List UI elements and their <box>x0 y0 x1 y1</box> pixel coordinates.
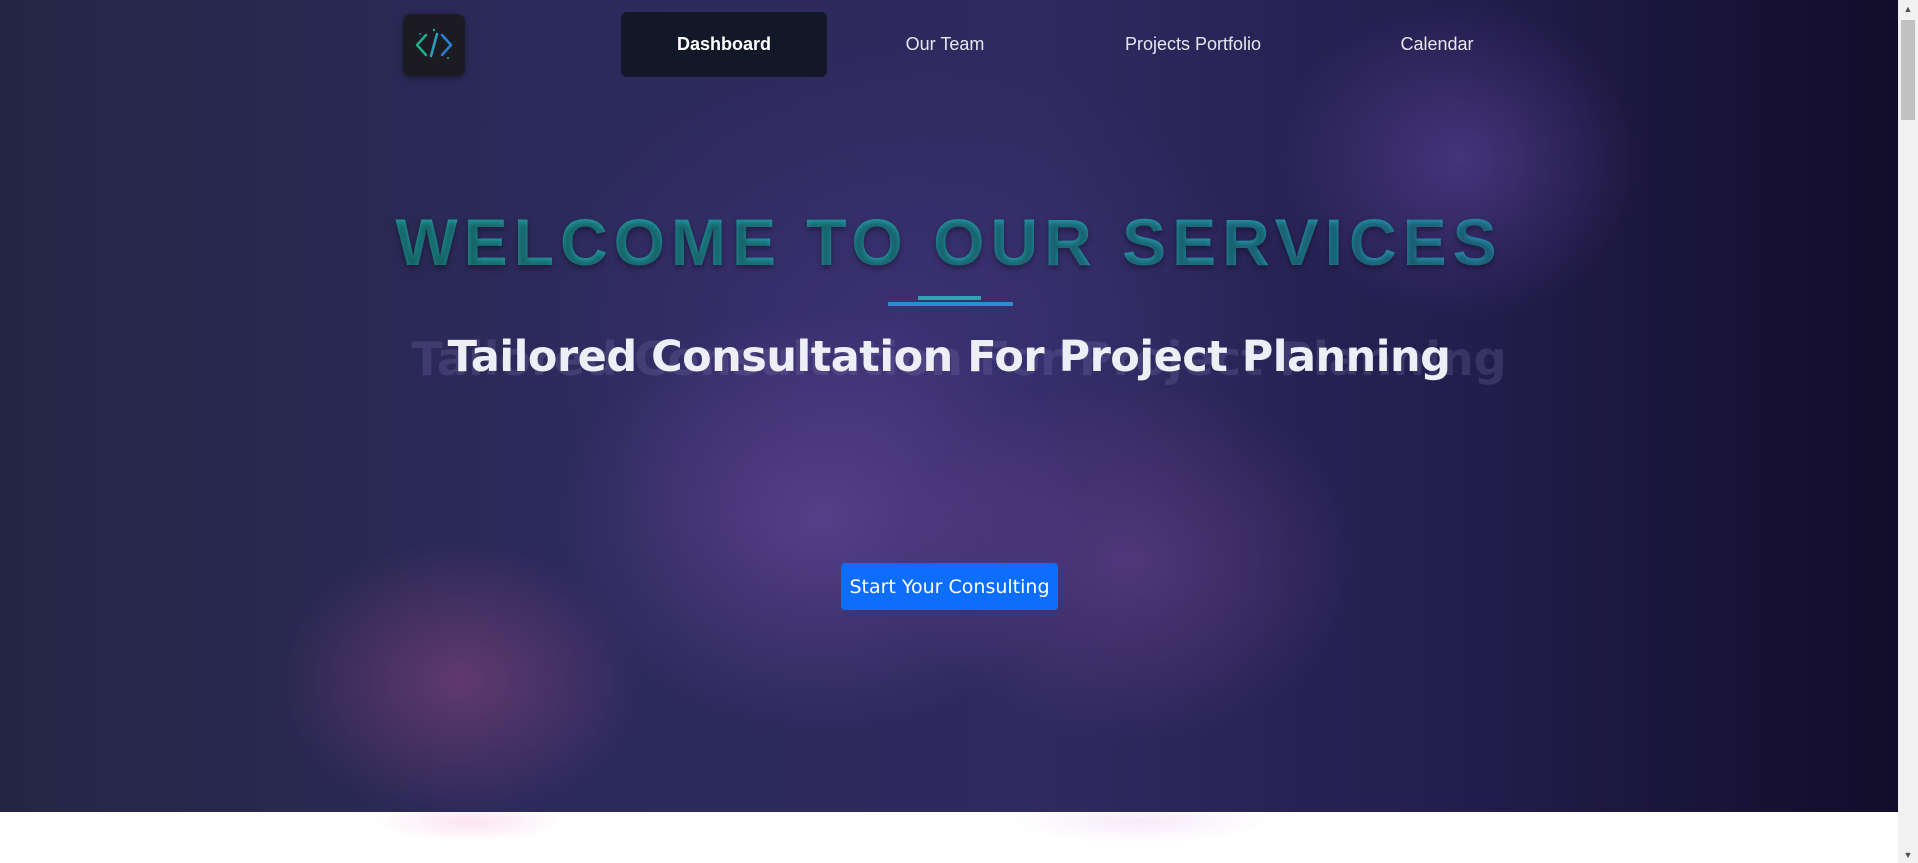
hero-section: Dashboard Our Team Projects Portfolio Ca… <box>0 0 1898 812</box>
nav-calendar[interactable]: Calendar <box>1380 12 1494 77</box>
nav-our-team-label: Our Team <box>905 34 985 54</box>
scrollbar-thumb[interactable] <box>1901 20 1915 120</box>
start-consulting-button[interactable]: Start Your Consulting <box>841 563 1058 610</box>
hero-title: WELCOME TO OUR SERVICES <box>0 204 1898 280</box>
site-logo[interactable] <box>403 14 465 76</box>
title-underline <box>888 302 1013 306</box>
next-section-edge <box>0 812 1898 863</box>
scroll-up-arrow-icon[interactable]: ▲ <box>1898 0 1918 17</box>
scroll-down-arrow-icon[interactable]: ▼ <box>1898 846 1918 863</box>
nav-dashboard-label: Dashboard <box>676 34 772 54</box>
code-brackets-icon <box>415 28 453 59</box>
nav-projects-portfolio[interactable]: Projects Portfolio <box>1090 12 1296 77</box>
title-underline-accent <box>918 296 981 300</box>
page: Dashboard Our Team Projects Portfolio Ca… <box>0 0 1918 863</box>
nav-dashboard[interactable]: Dashboard <box>621 12 827 77</box>
page-scrollbar[interactable]: ▲ ▼ <box>1898 0 1918 863</box>
hero-subtitle: Tailored Consultation For Project Planni… <box>447 332 1451 382</box>
nav-calendar-label: Calendar <box>1400 34 1474 54</box>
nav-projects-portfolio-label: Projects Portfolio <box>1124 34 1262 54</box>
nav-our-team[interactable]: Our Team <box>872 12 1018 77</box>
